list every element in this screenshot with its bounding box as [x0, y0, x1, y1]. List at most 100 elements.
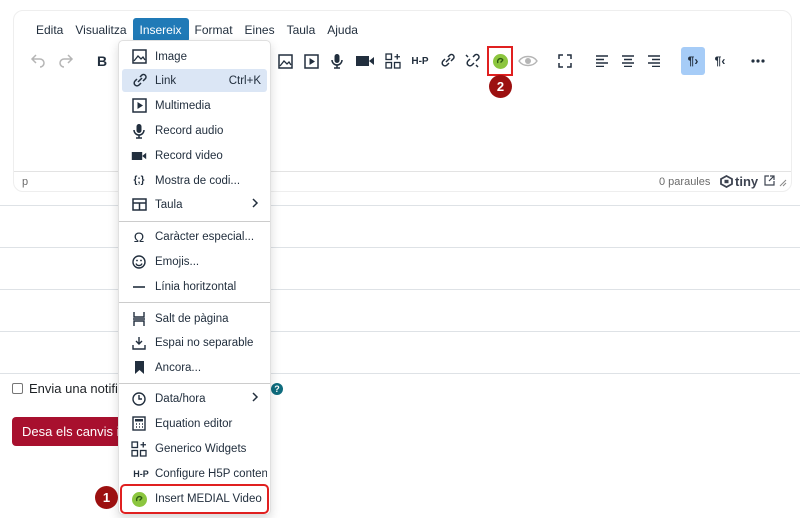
external-link-icon[interactable] — [764, 175, 775, 189]
h5p-icon: H-P — [133, 468, 149, 479]
menu-item-label: Insert MEDIAL Video — [155, 493, 262, 505]
menu-item-special-character[interactable]: Ω Caràcter especial... — [122, 225, 267, 248]
menu-item-label: Link — [155, 74, 177, 87]
menu-item-emojis[interactable]: Emojis... — [122, 250, 267, 273]
microphone-icon[interactable] — [327, 47, 347, 75]
table-icon — [131, 197, 147, 213]
insert-menu: Image Link Ctrl+K Multimedia Record audi… — [118, 40, 271, 515]
menu-item-label: Record audio — [155, 124, 224, 137]
menu-item-generico-widgets[interactable]: Generico Widgets — [122, 437, 267, 460]
image-icon — [131, 49, 147, 65]
chevron-right-icon — [252, 198, 259, 211]
menu-item-configure-h5p[interactable]: H-P Configure H5P content — [122, 462, 267, 485]
omega-icon: Ω — [133, 228, 145, 245]
menu-item-date-time[interactable]: Data/hora — [122, 387, 267, 410]
unlink-icon[interactable] — [462, 47, 482, 75]
menu-item-label: Multimedia — [155, 99, 211, 112]
notification-checkbox[interactable] — [12, 383, 23, 394]
menu-item-label: Mostra de codi... — [155, 174, 241, 187]
menu-item-label: Image — [155, 50, 187, 63]
menu-item-label: Configure H5P content — [155, 467, 267, 480]
media-icon[interactable] — [300, 47, 322, 75]
menu-item-image[interactable]: Image — [122, 45, 267, 68]
menu-edita[interactable]: Edita — [30, 19, 69, 41]
menu-item-label: Generico Widgets — [155, 442, 247, 455]
menu-separator — [119, 221, 270, 222]
menu-item-anchor[interactable]: Àncora... — [122, 356, 267, 379]
menu-ajuda[interactable]: Ajuda — [321, 19, 364, 41]
menu-separator — [119, 302, 270, 303]
menu-item-multimedia[interactable]: Multimedia — [122, 94, 267, 117]
bold-button[interactable]: B — [92, 47, 112, 75]
video-camera-icon — [131, 148, 147, 164]
image-icon[interactable] — [274, 47, 296, 75]
step-marker-1: 1 — [95, 486, 118, 509]
rtl-icon[interactable]: ¶‹ — [709, 47, 731, 75]
word-count[interactable]: 0 paraules — [659, 176, 710, 188]
menu-item-label: Emojis... — [155, 255, 200, 268]
save-button[interactable]: Desa els canvis i t — [12, 417, 134, 446]
medial-icon[interactable] — [487, 46, 513, 76]
link-icon[interactable] — [437, 47, 457, 75]
menu-item-insert-medial-video[interactable]: Insert MEDIAL Video — [120, 484, 269, 514]
emoji-icon — [131, 254, 147, 270]
undo-icon[interactable] — [26, 47, 50, 75]
video-camera-icon[interactable] — [353, 47, 377, 75]
menu-item-label: Caràcter especial... — [155, 230, 255, 243]
menu-item-page-break[interactable]: Salt de pàgina — [122, 307, 267, 330]
code-sample-icon: {;} — [133, 175, 145, 186]
menu-item-record-audio[interactable]: Record audio — [122, 119, 267, 142]
menu-item-table[interactable]: Taula — [122, 193, 267, 216]
shortcut-label: Ctrl+K — [228, 74, 261, 87]
link-icon — [131, 73, 147, 89]
page-break-icon — [131, 311, 147, 327]
clock-icon — [131, 391, 147, 407]
calculator-icon — [131, 416, 147, 432]
h5p-icon[interactable]: H-P — [408, 47, 432, 75]
nbsp-icon — [131, 335, 147, 351]
element-path[interactable]: p — [22, 176, 28, 188]
preview-icon[interactable] — [516, 47, 540, 75]
menu-item-label: Data/hora — [155, 392, 206, 405]
menu-item-equation-editor[interactable]: Equation editor — [122, 412, 267, 435]
align-right-icon[interactable] — [644, 47, 664, 75]
menu-item-code-sample[interactable]: {;} Mostra de codi... — [122, 169, 267, 192]
ltr-icon[interactable]: ¶› — [681, 47, 705, 75]
tiny-logo[interactable]: tiny — [720, 174, 758, 189]
menu-item-horizontal-line[interactable]: Línia horitzontal — [122, 275, 267, 298]
bookmark-icon — [131, 360, 147, 376]
redo-icon[interactable] — [54, 47, 78, 75]
menu-item-label: Equation editor — [155, 417, 233, 430]
step-marker-2: 2 — [489, 75, 512, 98]
notification-option[interactable]: Envia una notific — [12, 381, 124, 396]
menu-item-label: Àncora... — [155, 361, 202, 374]
tiny-icon — [720, 175, 733, 188]
microphone-icon — [131, 123, 147, 139]
menu-item-record-video[interactable]: Record video — [122, 144, 267, 167]
horizontal-line-icon — [131, 279, 147, 295]
menu-eines[interactable]: Eines — [239, 19, 281, 41]
menu-item-label: Taula — [155, 198, 183, 211]
medial-icon — [131, 491, 147, 507]
chevron-right-icon — [252, 392, 259, 405]
align-left-icon[interactable] — [592, 47, 612, 75]
medial-logo — [131, 491, 147, 507]
widgets-icon — [131, 440, 147, 457]
menu-insereix[interactable]: Insereix — [132, 18, 189, 42]
menu-separator — [119, 383, 270, 384]
widgets-icon[interactable] — [382, 47, 404, 75]
help-icon[interactable]: ? — [271, 383, 283, 395]
menu-item-label: Salt de pàgina — [155, 312, 229, 325]
menu-item-label: Línia horitzontal — [155, 280, 237, 293]
menu-item-nbsp[interactable]: Espai no separable — [122, 331, 267, 354]
menu-taula[interactable]: Taula — [281, 19, 322, 41]
menu-format[interactable]: Format — [189, 19, 239, 41]
more-icon[interactable] — [747, 47, 769, 75]
resize-handle-icon[interactable] — [779, 178, 787, 190]
align-center-icon[interactable] — [618, 47, 638, 75]
menu-item-link[interactable]: Link Ctrl+K — [122, 69, 267, 92]
menu-visualitza[interactable]: Visualitza — [69, 19, 132, 41]
notification-label: Envia una notific — [29, 381, 125, 396]
fullscreen-icon[interactable] — [555, 47, 575, 75]
menu-item-label: Record video — [155, 149, 223, 162]
